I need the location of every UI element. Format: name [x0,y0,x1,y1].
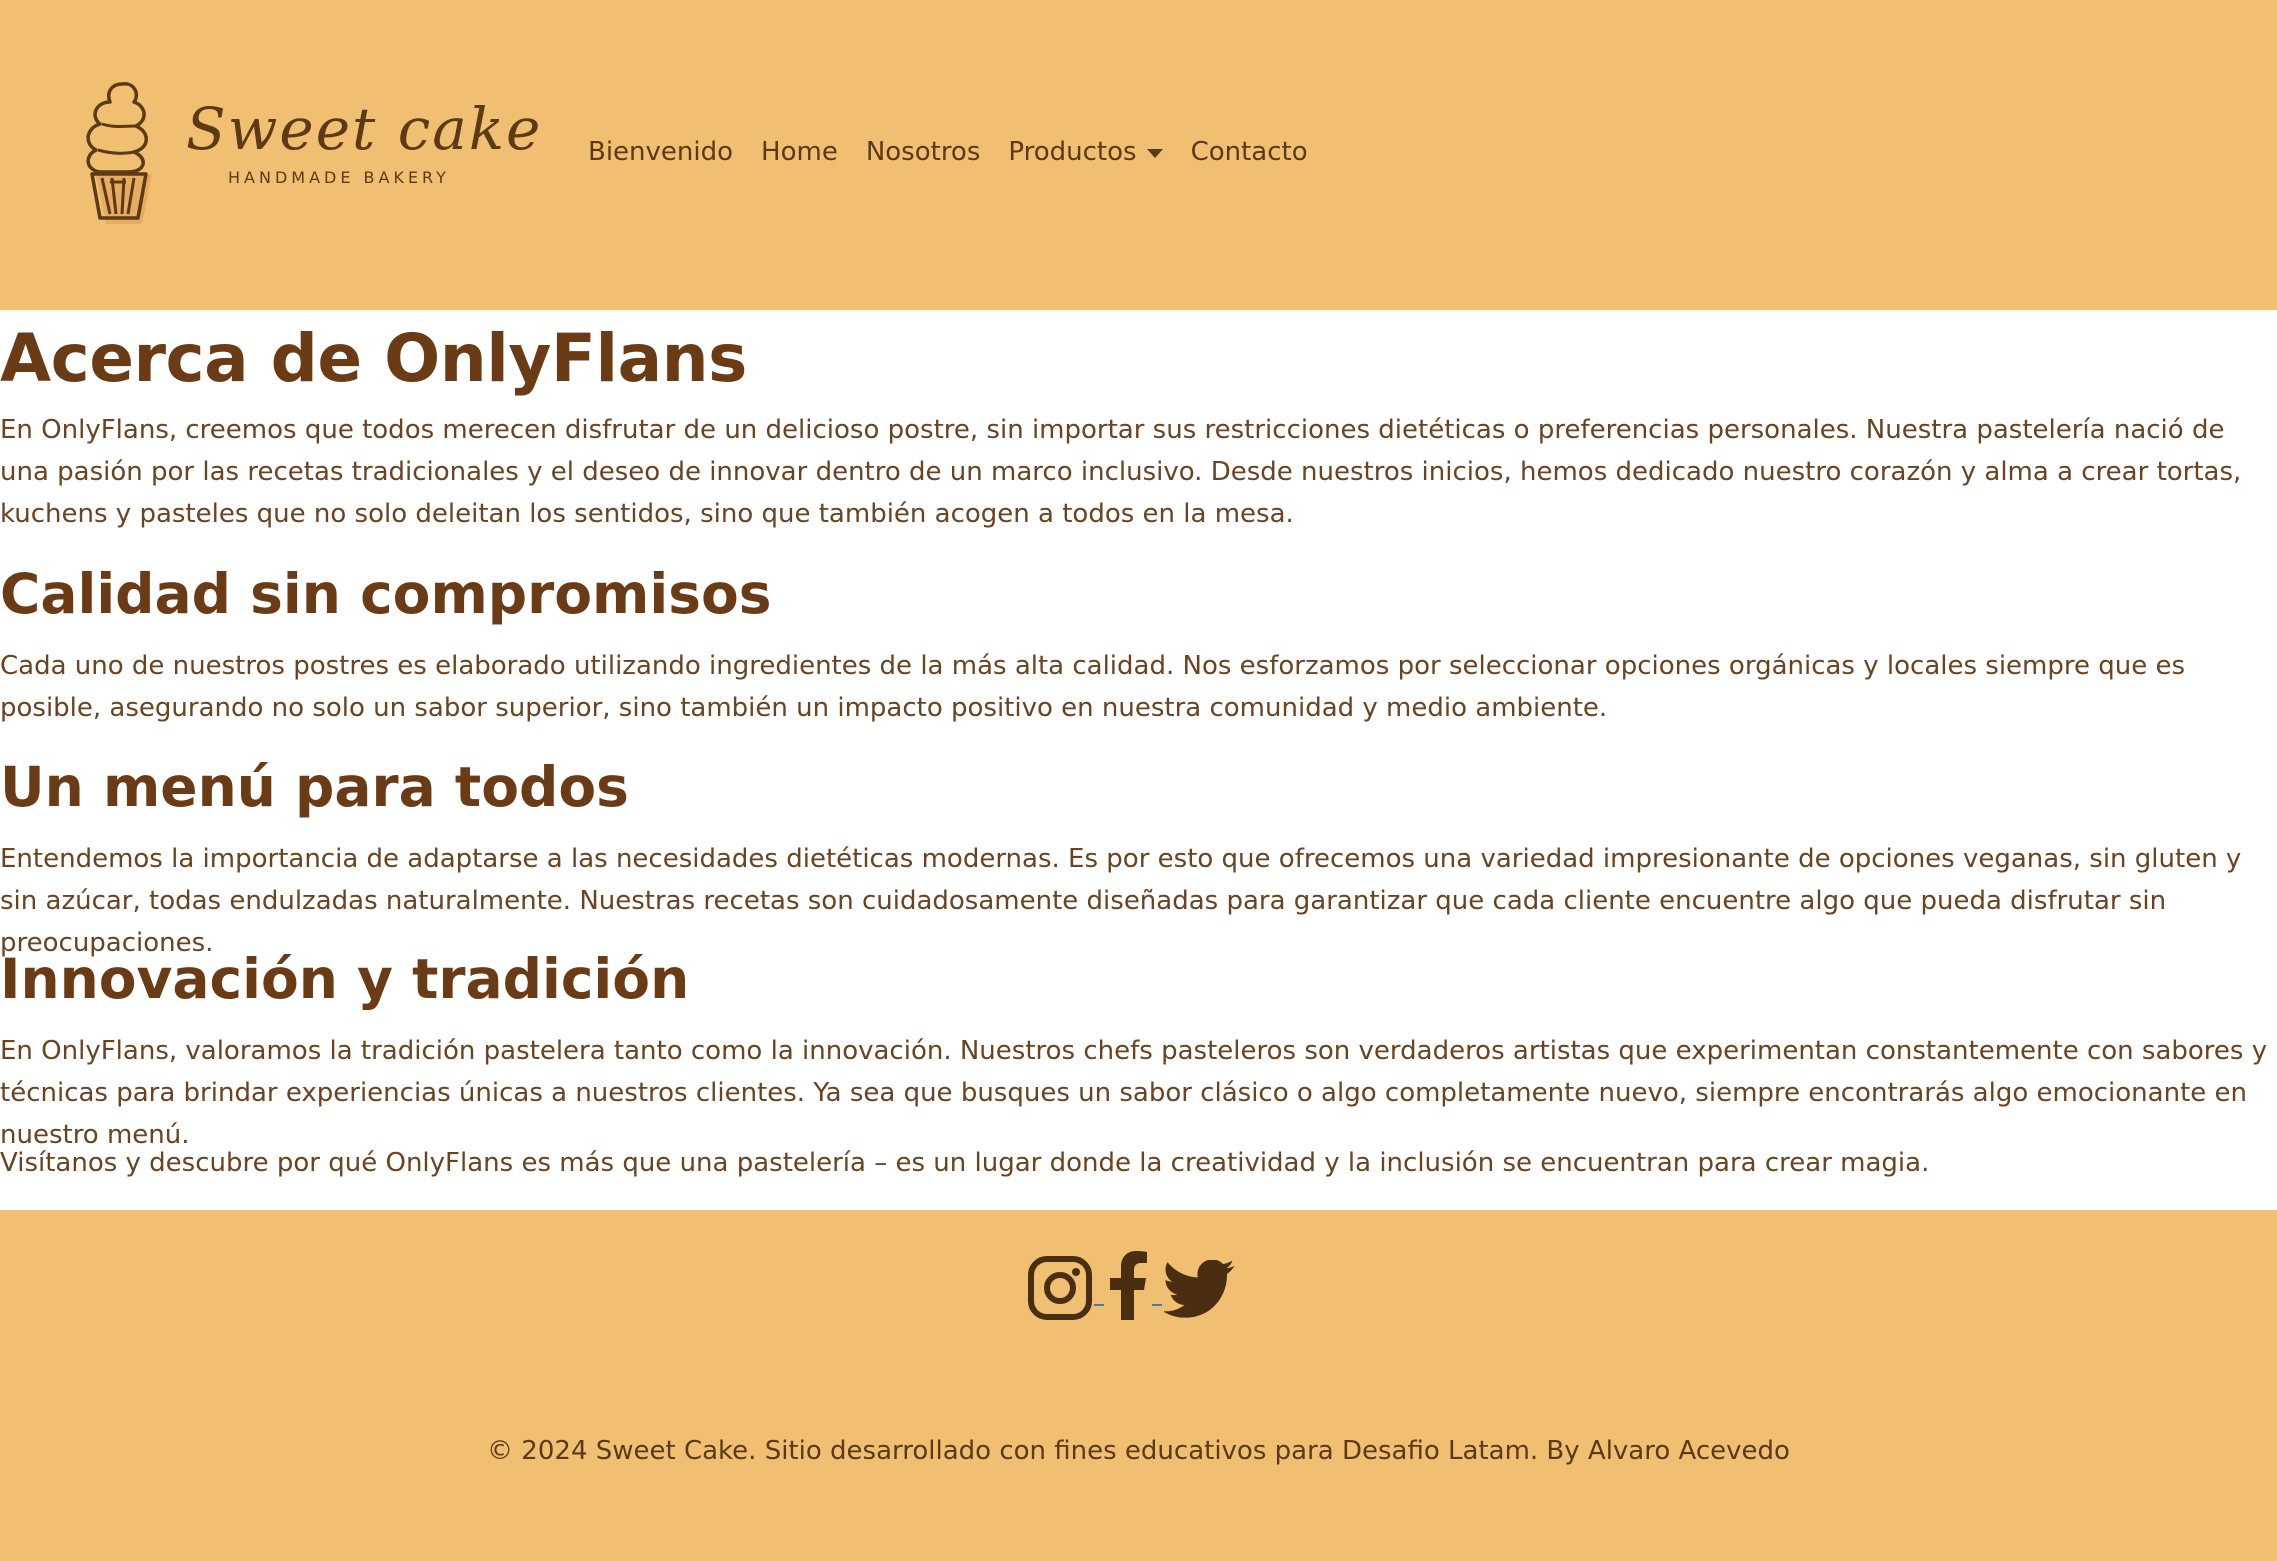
link-underline [1094,1304,1104,1306]
nav-link-bienvenido[interactable]: Bienvenido [588,137,733,167]
section-text-menu: Entendemos la importancia de adaptarse a… [0,844,2242,958]
twitter-link[interactable] [1164,1260,1236,1320]
nav-link-home[interactable]: Home [761,137,838,167]
nav-link-contacto[interactable]: Contacto [1191,137,1308,167]
section-heading-menu: Un menú para todos [0,755,629,819]
main-nav: Bienvenido Home Nosotros Productos Conta… [588,137,1336,167]
facebook-icon [1110,1251,1147,1320]
intro-paragraph: En OnlyFlans, creemos que todos merecen … [0,415,2242,529]
nav-dropdown-productos[interactable]: Productos [1008,137,1163,167]
caret-down-icon [1146,148,1163,158]
facebook-link[interactable] [1106,1250,1150,1320]
closing-paragraph: Visítanos y descubre por qué OnlyFlans e… [0,1148,1930,1178]
section-text-innovacion: En OnlyFlans, valoramos la tradición pas… [0,1036,2268,1150]
social-links [1028,1250,1236,1320]
instagram-link[interactable] [1028,1256,1092,1320]
nav-dropdown-productos-label: Productos [1008,137,1137,167]
twitter-icon [1164,1260,1235,1318]
copyright-text: © 2024 Sweet Cake. Sitio desarrollado co… [487,1436,1790,1466]
nav-link-nosotros[interactable]: Nosotros [866,137,981,167]
section-heading-calidad: Calidad sin compromisos [0,562,772,626]
logo-script-text: Sweet cake [186,95,543,163]
cupcake-logo-icon [86,82,152,224]
logo[interactable]: Sweet cake HANDMADE BAKERY [82,78,540,230]
site-header: Sweet cake HANDMADE BAKERY Bienvenido Ho… [0,0,2277,310]
link-underline [1152,1304,1162,1306]
page-title: Acerca de OnlyFlans [0,320,747,397]
about-content: Acerca de OnlyFlans En OnlyFlans, creemo… [0,310,2277,1210]
section-heading-innovacion: Innovación y tradición [0,947,690,1011]
logo-subtitle: HANDMADE BAKERY [228,168,450,187]
instagram-icon [1028,1256,1092,1320]
section-text-calidad: Cada uno de nuestros postres es elaborad… [0,651,2186,723]
site-footer: © 2024 Sweet Cake. Sitio desarrollado co… [0,1210,2277,1561]
